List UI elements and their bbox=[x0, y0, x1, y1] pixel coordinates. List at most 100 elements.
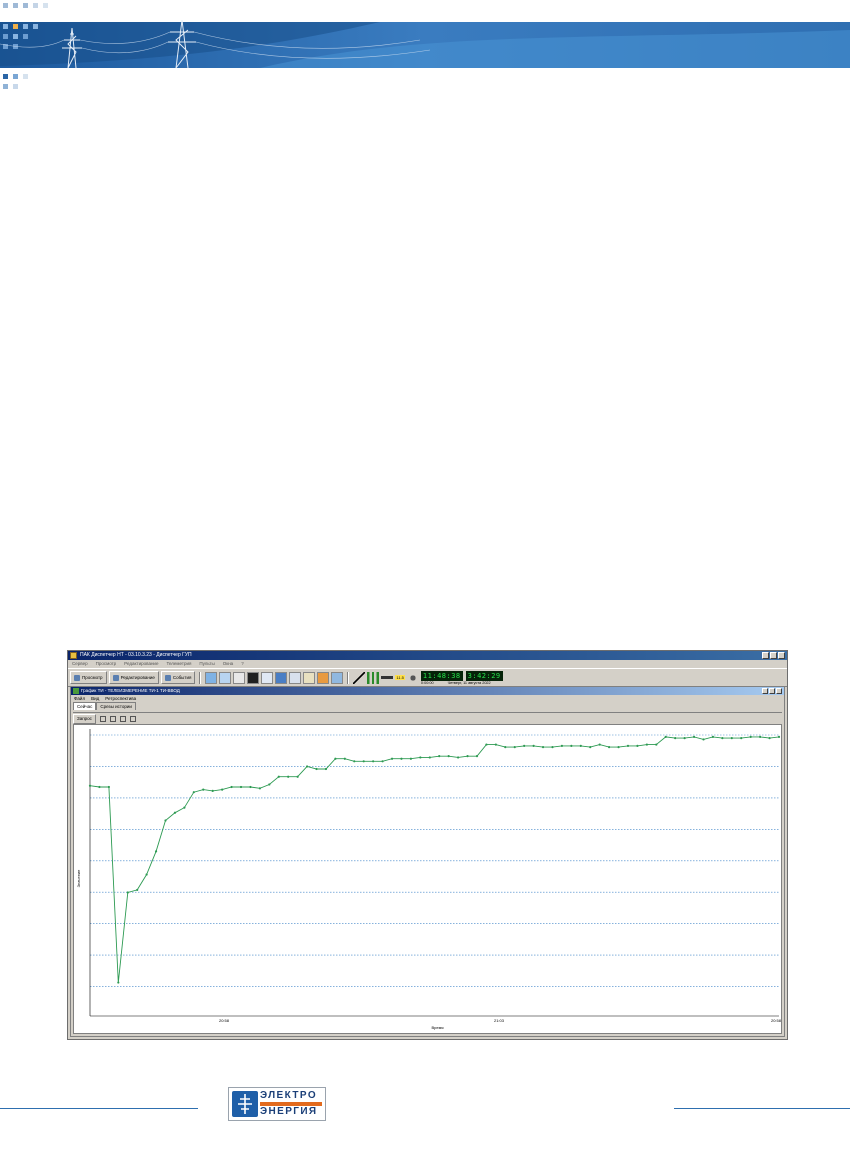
data-point bbox=[305, 765, 309, 768]
clock-panel: 11:48:38 3:42:29 0:00:00 Четверг, 11 авг… bbox=[420, 670, 503, 685]
save-icon[interactable] bbox=[109, 715, 116, 722]
data-point bbox=[381, 760, 384, 763]
lcd-time: 11:48:38 bbox=[420, 670, 463, 681]
menu-panels[interactable]: Пульты bbox=[199, 660, 214, 668]
line-icon bbox=[381, 676, 394, 679]
data-point bbox=[513, 746, 516, 749]
monitor-icon[interactable] bbox=[331, 671, 344, 684]
data-point bbox=[324, 767, 328, 771]
electroenergy-logo: ЭЛЕКТРО ЭНЕРГИЯ bbox=[228, 1087, 326, 1121]
chart-icon[interactable] bbox=[317, 671, 330, 684]
y-axis-label: Значение bbox=[76, 869, 81, 888]
data-point bbox=[164, 819, 167, 822]
events-label: События bbox=[172, 675, 192, 680]
data-point bbox=[249, 785, 252, 789]
menu-telemetry[interactable]: Телеметрия bbox=[166, 660, 191, 668]
map-icon[interactable] bbox=[219, 671, 232, 684]
data-point bbox=[173, 811, 177, 814]
data-point bbox=[504, 746, 507, 749]
x-tick-label: 20:58 bbox=[771, 1018, 782, 1023]
toolbar-separator bbox=[347, 671, 350, 684]
data-point bbox=[353, 760, 356, 763]
data-point bbox=[740, 737, 743, 740]
data-point bbox=[645, 743, 648, 746]
terminal-icon[interactable] bbox=[247, 671, 260, 684]
data-point bbox=[202, 788, 205, 791]
data-point bbox=[541, 746, 545, 749]
copy-icon[interactable] bbox=[99, 715, 106, 722]
data-point bbox=[485, 743, 488, 746]
data-point bbox=[598, 743, 601, 746]
data-point bbox=[268, 783, 271, 786]
data-point bbox=[749, 735, 752, 738]
menu-view-graph[interactable]: Вид bbox=[91, 695, 99, 702]
lcd-sub-left: 0:00:00 bbox=[420, 680, 434, 685]
data-point bbox=[768, 737, 771, 740]
data-point bbox=[551, 746, 554, 749]
maximize-button[interactable] bbox=[770, 652, 777, 659]
indicator-value: 11.5 bbox=[395, 675, 405, 680]
tools-icon[interactable] bbox=[303, 671, 316, 684]
request-button[interactable]: Запрос bbox=[73, 713, 96, 724]
data-point bbox=[154, 850, 158, 853]
data-point bbox=[589, 746, 592, 749]
data-point bbox=[777, 735, 781, 738]
tab-history-slices[interactable]: Срезы истории bbox=[96, 702, 136, 710]
data-point bbox=[390, 757, 394, 760]
lcd-value: 3:42:29 bbox=[465, 670, 503, 681]
notes-icon[interactable] bbox=[233, 671, 246, 684]
graph-close-button[interactable] bbox=[776, 688, 782, 694]
print-icon[interactable] bbox=[119, 715, 126, 722]
data-point bbox=[343, 757, 346, 760]
signal-icon bbox=[367, 671, 380, 684]
graph-window-titlebar: График ТИ - ТЕЛЕИЗМЕРЕНИЕ ТИ-1 ТИ-ВВОД bbox=[71, 687, 784, 695]
menu-edit[interactable]: Редактирование bbox=[124, 660, 158, 668]
data-point bbox=[334, 757, 337, 760]
data-point bbox=[88, 784, 92, 787]
tab-now[interactable]: Сейчас bbox=[73, 702, 97, 710]
x-tick-label: 21:03 bbox=[494, 1018, 505, 1023]
print-preview-icon[interactable] bbox=[129, 715, 136, 722]
data-point bbox=[579, 744, 582, 747]
menu-retrospective[interactable]: Ретроспектива bbox=[105, 695, 136, 702]
edit-mode-label: Редактирование bbox=[120, 675, 155, 680]
data-point bbox=[523, 744, 526, 747]
app-titlebar: ПАК Диспетчер НТ - 03.10.3.23 - Диспетче… bbox=[68, 651, 787, 660]
menu-windows[interactable]: Окна bbox=[223, 660, 233, 668]
app-menubar: Сервер Просмотр Редактирование Телеметри… bbox=[68, 660, 787, 668]
events-button[interactable]: События bbox=[160, 671, 196, 684]
menu-help[interactable]: ? bbox=[241, 660, 244, 668]
data-point bbox=[730, 737, 733, 740]
printer-icon[interactable] bbox=[289, 671, 302, 684]
data-point bbox=[98, 785, 101, 789]
data-point bbox=[211, 789, 214, 792]
series-line bbox=[89, 736, 780, 983]
menu-server[interactable]: Сервер bbox=[72, 660, 88, 668]
data-point bbox=[617, 746, 620, 749]
speaker-icon[interactable] bbox=[406, 671, 419, 684]
menu-file[interactable]: Файл bbox=[74, 695, 85, 702]
data-point bbox=[409, 757, 413, 760]
data-point bbox=[560, 744, 564, 747]
view-mode-button[interactable]: Просмотр bbox=[70, 671, 107, 684]
minimize-button[interactable] bbox=[762, 652, 769, 659]
close-button[interactable] bbox=[778, 652, 785, 659]
table-icon[interactable] bbox=[261, 671, 274, 684]
graph-minimize-button[interactable] bbox=[762, 688, 768, 694]
data-point bbox=[683, 737, 686, 740]
view-mode-label: Просмотр bbox=[82, 675, 103, 680]
data-point bbox=[145, 873, 148, 876]
graph-maximize-button[interactable] bbox=[769, 688, 775, 694]
line-chart: 20:58 21:03 20:58 Время Значение bbox=[76, 729, 782, 1030]
schema-icon[interactable] bbox=[205, 671, 218, 684]
data-point bbox=[107, 785, 110, 789]
data-point bbox=[258, 787, 261, 790]
edit-mode-button[interactable]: Редактирование bbox=[108, 671, 159, 684]
data-point bbox=[674, 737, 677, 740]
dispatcher-app-window: ПАК Диспетчер НТ - 03.10.3.23 - Диспетче… bbox=[67, 650, 788, 1040]
menu-view[interactable]: Просмотр bbox=[96, 660, 117, 668]
graph-window: График ТИ - ТЕЛЕИЗМЕРЕНИЕ ТИ-1 ТИ-ВВОД Ф… bbox=[70, 686, 785, 1037]
warning-icon[interactable] bbox=[353, 671, 366, 684]
report-icon[interactable] bbox=[275, 671, 288, 684]
x-tick-label: 20:58 bbox=[219, 1018, 230, 1023]
